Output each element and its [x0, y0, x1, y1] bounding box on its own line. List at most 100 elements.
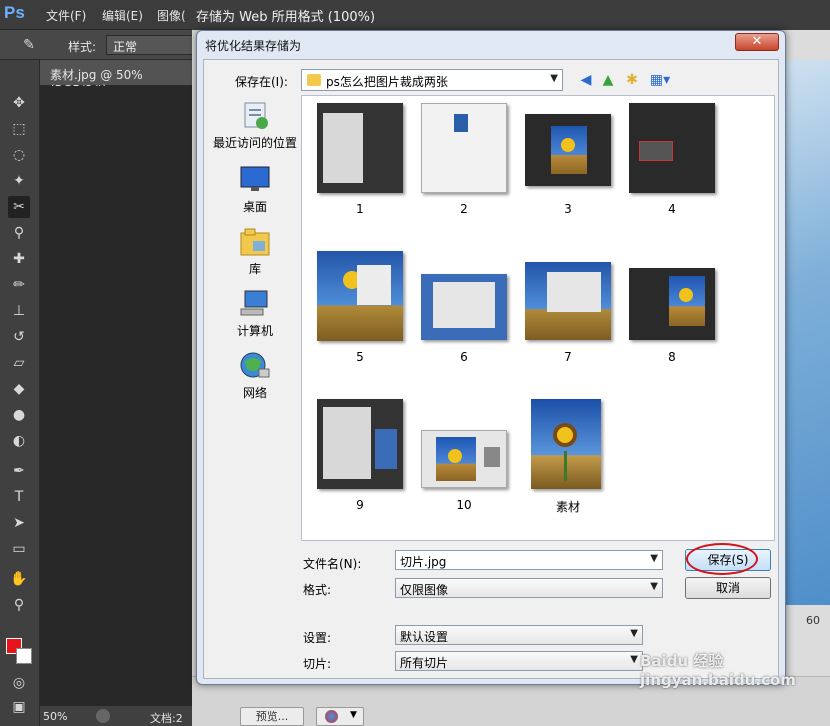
pen-tool-icon[interactable]: ✒ [8, 460, 30, 482]
document-tab[interactable]: 素材.jpg @ 50%(RGB/8#) [40, 60, 200, 97]
chevron-down-icon: ▼ [650, 581, 658, 592]
file-item[interactable]: 8 [624, 244, 720, 378]
photoshop-logo: Ps [4, 3, 25, 22]
slices-value: 所有切片 [400, 656, 449, 670]
place-computer[interactable]: 计算机 [205, 289, 305, 339]
file-name: 8 [668, 350, 676, 364]
save-for-web-title: 存储为 Web 所用格式 (100%) [196, 10, 376, 25]
file-thumbnail [317, 103, 403, 193]
format-value: 仅限图像 [400, 583, 449, 597]
menu-file[interactable]: 文件(F) [46, 7, 86, 24]
blur-tool-icon[interactable]: ● [8, 404, 30, 426]
eraser-icon[interactable]: ▱ [8, 352, 30, 374]
save-in-combo[interactable]: ps怎么把图片裁成两张 ▼ [301, 69, 563, 91]
magic-wand-icon[interactable]: ✦ [8, 170, 30, 192]
ps-options-bar: ✎ 样式: 正常 [0, 30, 200, 60]
lasso-tool-icon[interactable]: ◌ [8, 144, 30, 166]
place-label: 计算机 [236, 324, 273, 338]
back-icon[interactable]: ◀ [577, 71, 595, 89]
status-info-icon[interactable] [96, 709, 110, 723]
slices-label: 切片: [303, 657, 332, 671]
zoom-tool-icon[interactable]: ⚲ [8, 594, 30, 616]
quick-mask-icon[interactable]: ◎ [8, 672, 30, 694]
close-icon: ✕ [751, 34, 763, 49]
menu-edit[interactable]: 编辑(E) [102, 7, 143, 24]
shape-tool-icon[interactable]: ▭ [8, 538, 30, 560]
place-recent[interactable]: 最近访问的位置 [205, 101, 305, 151]
place-libraries[interactable]: 库 [205, 227, 305, 277]
file-name: 10 [456, 498, 472, 512]
file-thumbnail [421, 274, 507, 340]
background-color-swatch[interactable] [16, 648, 32, 664]
eyedropper-icon[interactable]: ⚲ [8, 222, 30, 244]
save-optimized-dialog: 将优化结果存储为 ✕ 保存在(I): ps怎么把图片裁成两张 ▼ ◀ ▲ ✱ ▦… [196, 30, 786, 685]
file-name: 2 [460, 202, 468, 216]
save-for-web-zoom-readout: 60 [806, 614, 820, 627]
folder-icon [307, 74, 321, 86]
file-item[interactable]: 4 [624, 96, 720, 230]
chevron-down-icon: ▼ [650, 553, 658, 564]
filename-input[interactable]: 切片.jpg ▼ [395, 550, 663, 570]
place-label: 网络 [242, 386, 267, 400]
file-thumbnail [525, 114, 611, 186]
file-thumbnail [629, 268, 715, 340]
history-brush-icon[interactable]: ↺ [8, 326, 30, 348]
browser-preview-button[interactable]: ▼ [316, 707, 364, 726]
file-thumbnail [317, 399, 403, 489]
cancel-button[interactable]: 取消 [685, 577, 771, 599]
type-tool-icon[interactable]: T [8, 486, 30, 508]
browser-icon [325, 710, 338, 723]
settings-value: 默认设置 [400, 630, 449, 644]
stamp-tool-icon[interactable]: ⊥ [8, 300, 30, 322]
file-name: 3 [564, 202, 572, 216]
file-name: 1 [356, 202, 364, 216]
computer-icon [239, 289, 271, 319]
preview-button[interactable]: 预览... [240, 707, 304, 726]
new-folder-icon[interactable]: ✱ [623, 71, 641, 89]
ps-toolbox: ✥ ⬚ ◌ ✦ ✂ ⚲ ✚ ✏ ⊥ ↺ ▱ ◆ ● ◐ ✒ T ➤ ▭ ✋ ⚲ … [0, 60, 40, 726]
file-thumbnail [629, 103, 715, 193]
hand-tool-icon[interactable]: ✋ [8, 568, 30, 590]
place-desktop[interactable]: 桌面 [205, 165, 305, 215]
dodge-tool-icon[interactable]: ◐ [8, 430, 30, 452]
ps-canvas-area [40, 86, 200, 706]
file-item[interactable]: 3 [520, 96, 616, 230]
slices-select[interactable]: 所有切片 ▼ [395, 651, 643, 671]
brush-tool-icon[interactable]: ✏ [8, 274, 30, 296]
file-name: 4 [668, 202, 676, 216]
format-label: 格式: [303, 583, 332, 597]
brush-preset-icon[interactable]: ✎ [18, 34, 40, 56]
up-folder-icon[interactable]: ▲ [599, 71, 617, 89]
file-item[interactable]: 9 [312, 392, 408, 526]
dialog-title: 将优化结果存储为 [205, 39, 302, 53]
file-item[interactable]: 1 [312, 96, 408, 230]
marquee-tool-icon[interactable]: ⬚ [8, 118, 30, 140]
settings-label: 设置: [303, 631, 332, 645]
file-item[interactable]: 6 [416, 244, 512, 378]
view-menu-icon[interactable]: ▦▾ [647, 71, 673, 89]
healing-brush-icon[interactable]: ✚ [8, 248, 30, 270]
file-thumbnail [421, 430, 507, 488]
file-list[interactable]: 1 2 3 4 5 6 7 8 9 10 素材 [301, 95, 775, 541]
highlight-ring [686, 543, 758, 575]
file-item[interactable]: 2 [416, 96, 512, 230]
file-item[interactable]: 5 [312, 244, 408, 378]
file-item[interactable]: 素材 [520, 392, 616, 526]
path-selection-icon[interactable]: ➤ [8, 512, 30, 534]
style-select[interactable]: 正常 [106, 35, 196, 55]
move-tool-icon[interactable]: ✥ [8, 92, 30, 114]
dialog-close-button[interactable]: ✕ [735, 33, 779, 51]
save-for-web-titlebar: 存储为 Web 所用格式 (100%) [192, 0, 830, 30]
file-item[interactable]: 10 [416, 392, 512, 526]
paint-bucket-icon[interactable]: ◆ [8, 378, 30, 400]
place-network[interactable]: 网络 [205, 351, 305, 401]
screen-mode-icon[interactable]: ▣ [8, 696, 30, 718]
file-thumbnail [531, 399, 601, 489]
place-label: 桌面 [242, 200, 267, 214]
menu-image[interactable]: 图像( [157, 7, 186, 24]
settings-select[interactable]: 默认设置 ▼ [395, 625, 643, 645]
slice-tool-icon[interactable]: ✂ [8, 196, 30, 218]
file-item[interactable]: 7 [520, 244, 616, 378]
style-label: 样式: [68, 40, 97, 54]
format-select[interactable]: 仅限图像 ▼ [395, 578, 663, 598]
